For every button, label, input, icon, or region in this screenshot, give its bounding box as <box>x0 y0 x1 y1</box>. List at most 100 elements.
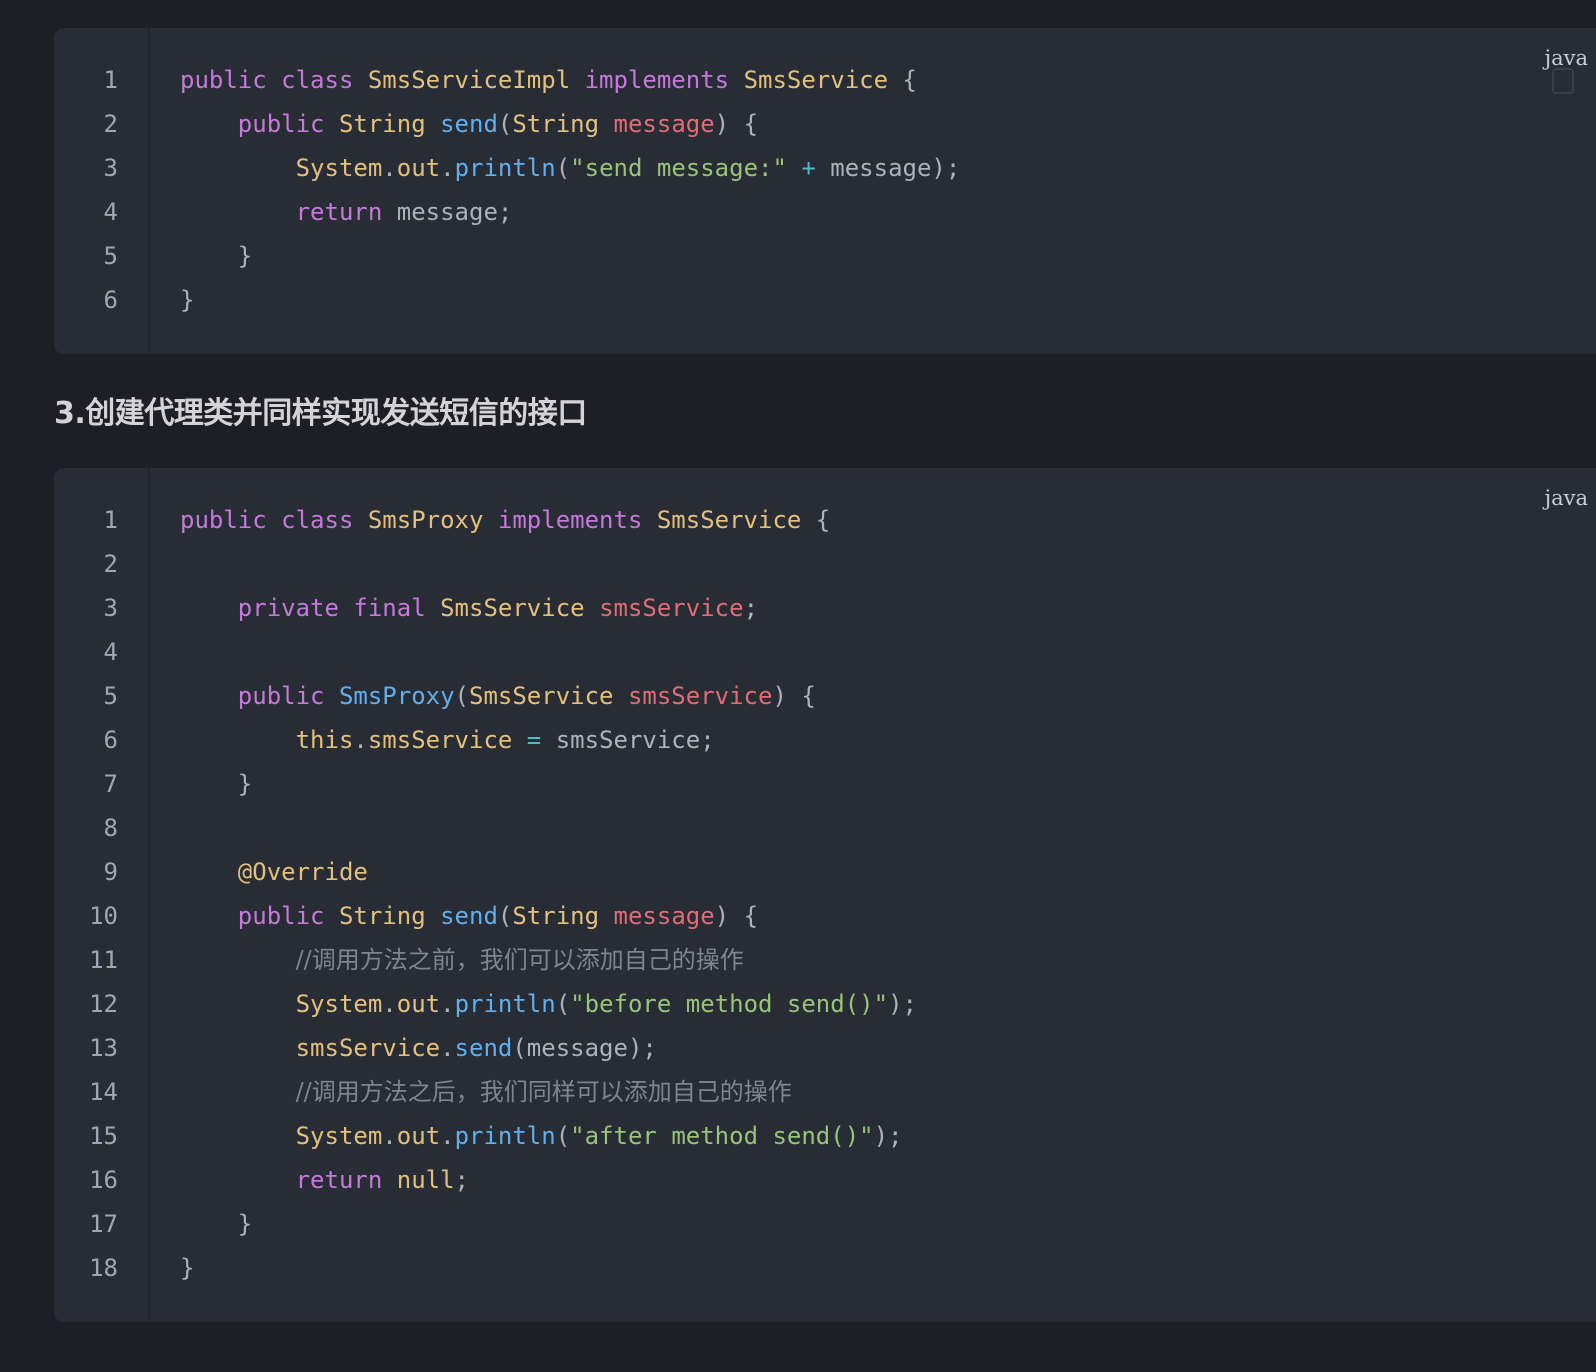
code-token: implements <box>497 506 643 534</box>
code-text: //调用方法之前，我们可以添加自己的操作 <box>180 938 744 982</box>
line-number: 9 <box>103 858 118 886</box>
code-lines: 1 public class SmsProxy implements SmsSer… <box>54 498 1596 1290</box>
line-number: 4 <box>103 638 118 666</box>
code-line: 7 } <box>54 762 1596 806</box>
code-token: null <box>396 1166 455 1194</box>
code-token: ( <box>555 990 571 1018</box>
code-token: System <box>295 1122 383 1150</box>
code-token: return <box>295 198 383 226</box>
code-token: "after method send()" <box>570 1122 874 1150</box>
code-token: send <box>454 1034 513 1062</box>
code-line: 1 public class SmsServiceImpl implements … <box>54 58 1596 102</box>
code-token: ); <box>873 1122 903 1150</box>
code-token: class <box>281 66 354 94</box>
code-token: . <box>382 154 397 182</box>
code-token: ( <box>454 682 469 710</box>
code-text: public SmsProxy(SmsService smsService) { <box>180 674 816 718</box>
code-text: public String send(String message) { <box>180 894 758 938</box>
code-token: ; <box>743 594 759 622</box>
code-token: out <box>396 1122 441 1150</box>
code-line: 18} <box>54 1246 1596 1290</box>
code-line: 5 } <box>54 234 1596 278</box>
code-token: public <box>180 66 267 94</box>
line-number: 12 <box>89 990 118 1018</box>
code-line: 5 public SmsProxy(SmsService smsService)… <box>54 674 1596 718</box>
code-token: . <box>382 1122 397 1150</box>
code-block-sms-service-impl: 1 public class SmsServiceImpl implements … <box>54 28 1596 354</box>
code-token: SmsServiceImpl <box>367 66 571 94</box>
code-token: . <box>440 990 455 1018</box>
code-token: } <box>180 286 195 314</box>
code-token: message <box>613 902 715 930</box>
code-token: ( <box>497 110 513 138</box>
code-text: smsService.send(message); <box>180 1026 657 1070</box>
code-line: 16 return null; <box>54 1158 1596 1202</box>
code-token: String <box>512 902 600 930</box>
code-token: SmsProxy <box>367 506 484 534</box>
code-text: } <box>180 278 194 322</box>
code-token: SmsService <box>440 594 585 622</box>
code-token: send <box>440 110 498 138</box>
code-text: public class SmsProxy implements SmsServ… <box>180 498 830 542</box>
code-token: smsService <box>295 1034 441 1062</box>
line-number: 13 <box>89 1034 118 1062</box>
code-token: String <box>338 902 426 930</box>
code-token: println <box>454 990 556 1018</box>
code-token: System <box>295 990 383 1018</box>
line-number: 3 <box>103 154 118 182</box>
code-token: println <box>454 1122 556 1150</box>
code-line: 11 //调用方法之前，我们可以添加自己的操作 <box>54 938 1596 982</box>
code-token: println <box>454 154 556 182</box>
code-token: + <box>801 154 816 182</box>
line-number: 1 <box>103 66 118 94</box>
code-token: ); <box>888 990 917 1018</box>
code-line: 4 return message; <box>54 190 1596 234</box>
code-token: smsService; <box>541 726 715 754</box>
line-number: 4 <box>103 198 118 226</box>
line-number: 15 <box>89 1122 118 1150</box>
code-token: ( <box>555 154 571 182</box>
code-text: System.out.println("send message:" + mes… <box>180 146 961 190</box>
code-token: return <box>295 1166 383 1194</box>
copy-icon[interactable] <box>1552 68 1574 94</box>
line-number: 6 <box>103 726 118 754</box>
code-token: ) { <box>772 682 816 710</box>
code-token: . <box>353 726 368 754</box>
code-line: 8 <box>54 806 1596 850</box>
code-token: } <box>180 1254 195 1282</box>
code-token: . <box>382 990 397 1018</box>
code-token: . <box>440 154 455 182</box>
code-token: { <box>801 506 831 534</box>
code-token: } <box>180 770 253 798</box>
code-token: ; <box>454 1166 469 1194</box>
code-line: 9 @Override <box>54 850 1596 894</box>
code-token: implements <box>584 66 730 94</box>
code-line: 1 public class SmsProxy implements SmsSer… <box>54 498 1596 542</box>
line-number: 18 <box>89 1254 118 1282</box>
code-token: private <box>237 594 339 622</box>
code-token: out <box>396 990 441 1018</box>
line-number: 2 <box>103 110 118 138</box>
section-heading: 3.创建代理类并同样实现发送短信的接口 <box>54 396 587 431</box>
code-text: public String send(String message) { <box>180 102 758 146</box>
line-number: 11 <box>89 946 118 974</box>
code-token: message; <box>382 198 513 226</box>
